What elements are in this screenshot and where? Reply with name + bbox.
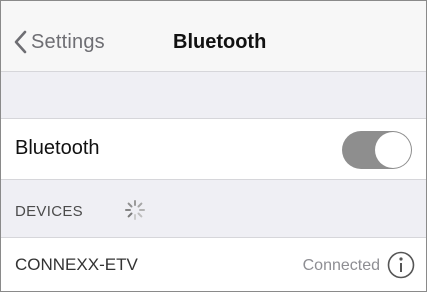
bluetooth-row: Bluetooth <box>1 118 426 180</box>
spinner-icon <box>123 198 147 227</box>
device-row[interactable]: CONNEXX-ETV Connected <box>1 237 426 291</box>
settings-screen: Settings Bluetooth Bluetooth DEVICES CON… <box>0 0 427 292</box>
device-name: CONNEXX-ETV <box>15 255 138 274</box>
back-button[interactable]: Settings <box>13 27 105 57</box>
page-title: Bluetooth <box>173 31 267 53</box>
devices-section-header: DEVICES <box>15 203 83 220</box>
info-icon[interactable] <box>386 250 416 285</box>
toggle-knob <box>375 132 411 168</box>
back-button-label: Settings <box>31 30 105 53</box>
chevron-left-icon <box>13 30 27 54</box>
navigation-bar: Settings Bluetooth <box>1 1 426 72</box>
device-status: Connected <box>302 257 380 274</box>
bluetooth-toggle[interactable] <box>342 131 412 169</box>
bluetooth-label: Bluetooth <box>15 137 100 159</box>
